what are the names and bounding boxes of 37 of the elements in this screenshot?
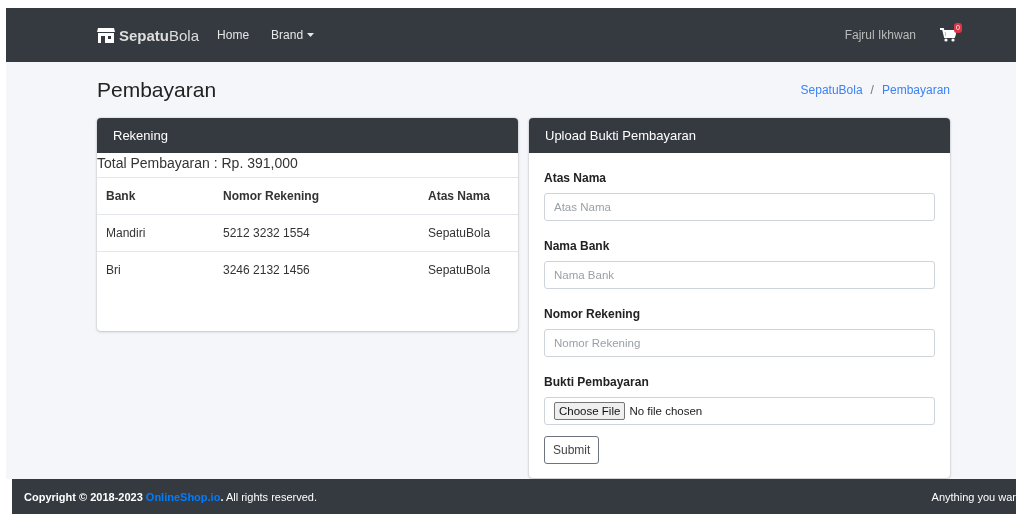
page-title: Pembayaran (97, 78, 217, 102)
card-title: Upload Bukti Pembayaran (529, 118, 950, 153)
input-field[interactable]: Atas Nama (544, 193, 935, 221)
field-label: Atas Nama (544, 171, 608, 185)
cart-button[interactable] (940, 28, 956, 42)
field-label: Bukti Pembayaran (544, 375, 650, 389)
table-cell: 3246 2132 1456 (214, 251, 419, 288)
brand-logo[interactable]: SepatuBola (97, 26, 200, 44)
nav-link[interactable]: Home (217, 28, 250, 42)
caret-icon (307, 33, 315, 37)
table-cell: Mandiri (97, 214, 214, 252)
footer-text: Anything you war (931, 490, 1016, 503)
card-title: Rekening (97, 118, 518, 153)
field-label: Nomor Rekening (544, 307, 641, 321)
store-icon (97, 27, 115, 43)
column-header: Atas Nama (419, 178, 518, 215)
column-header: Bank (97, 178, 214, 215)
input-field[interactable]: Nomor Rekening (544, 329, 935, 357)
column-header: Nomor Rekening (214, 178, 419, 215)
table-cell: SepatuBola (419, 251, 518, 288)
breadcrumb-link[interactable]: Pembayaran (881, 83, 950, 97)
table-cell: Bri (97, 251, 214, 288)
file-status-text: No file chosen (629, 405, 703, 417)
total-text: Total Pembayaran : Rp. 391,000 (97, 153, 518, 178)
field-label: Nama Bank (544, 239, 611, 253)
user-link[interactable]: Fajrul Ikhwan (844, 28, 916, 42)
breadcrumb-link[interactable]: SepatuBola (800, 83, 863, 97)
choose-file-button[interactable]: Choose File (554, 402, 626, 420)
table-cell: SepatuBola (419, 214, 518, 252)
table-cell: 5212 3232 1554 (214, 214, 419, 252)
input-field[interactable]: Nama Bank (544, 261, 935, 289)
nav-link[interactable]: Brand (271, 28, 315, 42)
submit-button[interactable]: Submit (544, 436, 600, 464)
copyright-text: Copyright © 2018-2023 OnlineShop.io. All rights reserved. (24, 490, 317, 503)
breadcrumb-separator: / (870, 83, 874, 97)
file-field[interactable]: Choose File No file chosen (544, 397, 935, 425)
cart-icon (940, 28, 956, 42)
